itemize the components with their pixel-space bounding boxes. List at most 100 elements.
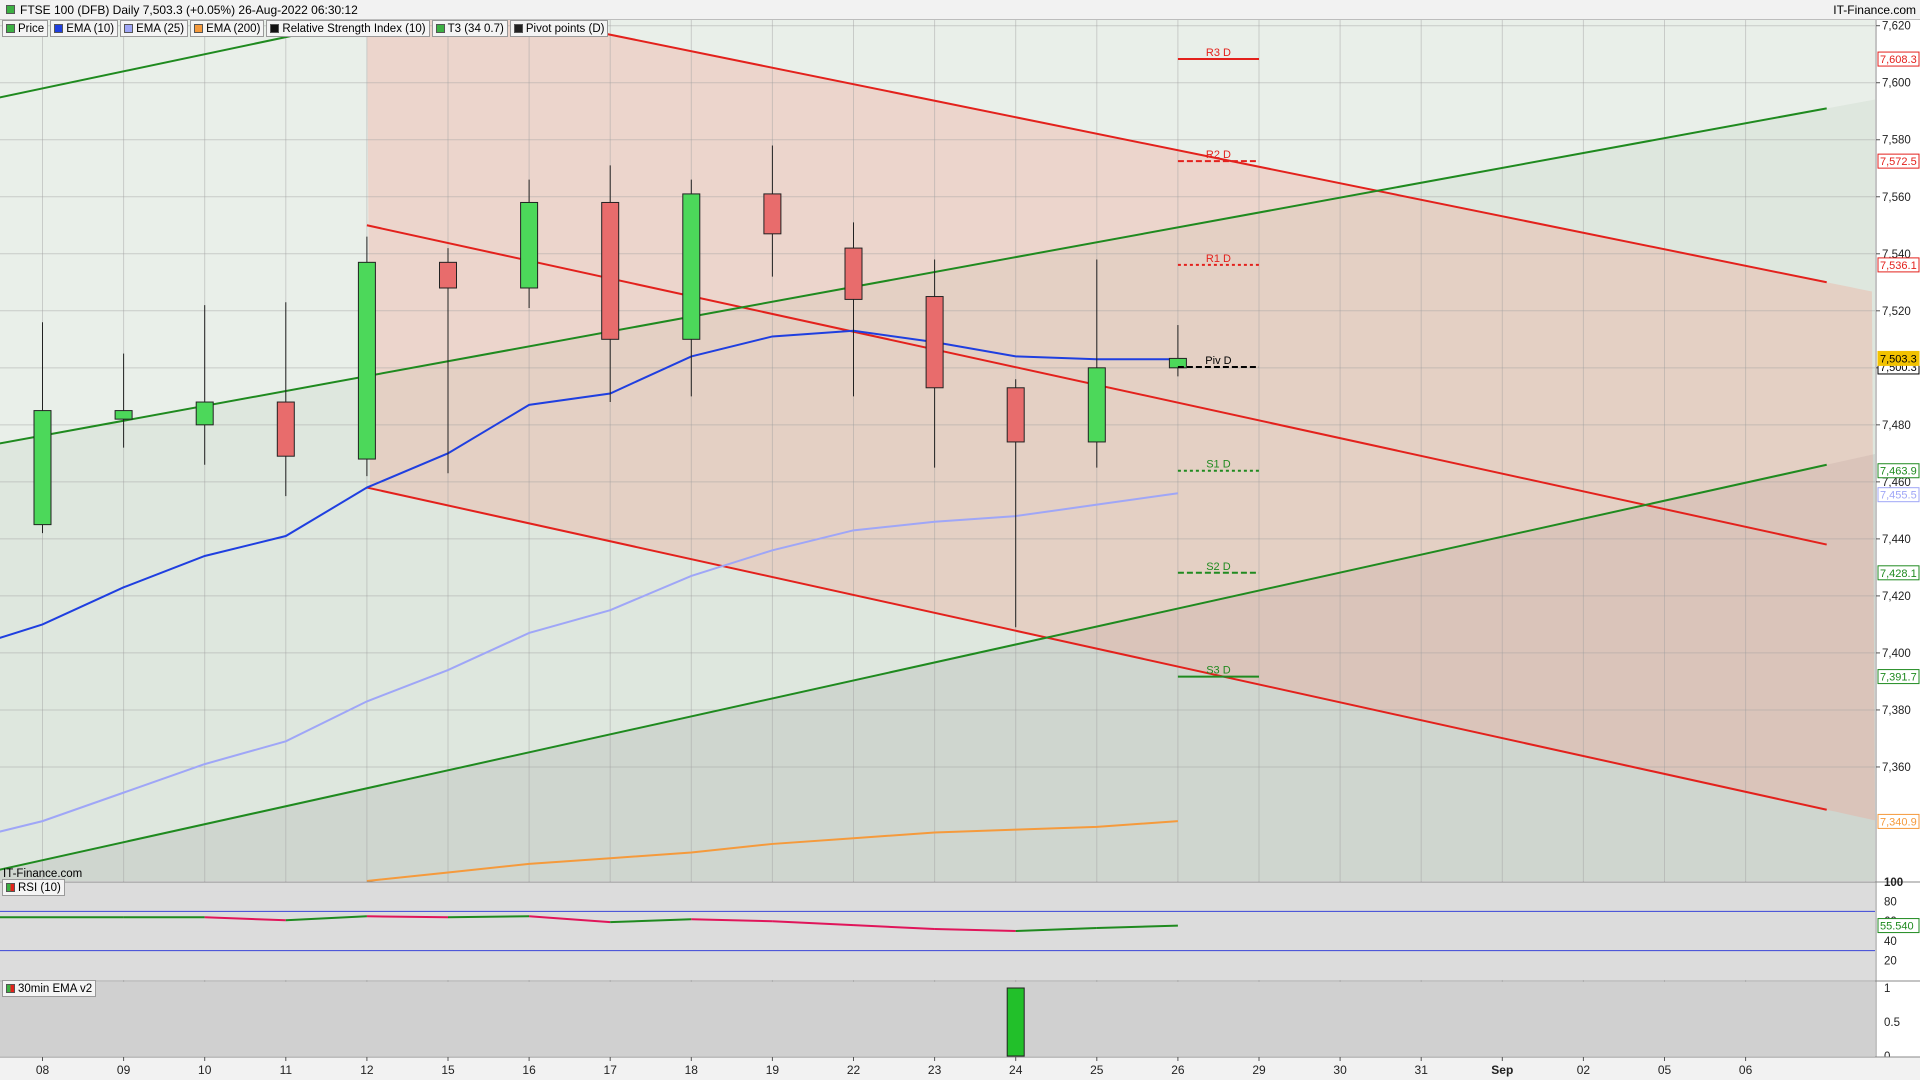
ema-pane: 10.50 [0, 980, 1920, 1063]
candle-body [114, 410, 133, 420]
axis-tick-label: 7,620 [1882, 21, 1911, 33]
candle-body [1006, 387, 1025, 443]
candle-body [601, 201, 620, 340]
date-tick-label: 05 [1658, 1063, 1672, 1077]
rsi-pane-label-text: RSI (10) [18, 881, 61, 894]
date-tick-label: 18 [685, 1063, 699, 1077]
legend-swatch-icon [6, 24, 15, 33]
pivot-label: R1 D [1206, 253, 1231, 265]
header-bar: FTSE 100 (DFB) Daily 7,503.3 (+0.05%) 26… [0, 0, 1920, 20]
ema-pane-background [0, 982, 1875, 1056]
price-tag-label: 7,608.3 [1880, 54, 1917, 66]
date-tick-label: 30 [1333, 1063, 1347, 1077]
rsi-pane: 1008060402055.540 [0, 877, 1920, 980]
date-tick-label: 08 [36, 1063, 50, 1077]
rsi-line-segment [366, 915, 449, 919]
legend-label: EMA (200) [206, 22, 261, 35]
pivot-label: S3 D [1206, 665, 1231, 677]
date-tick-label: 15 [441, 1063, 455, 1077]
pivot-label: S2 D [1206, 561, 1231, 573]
candle-body [357, 261, 376, 460]
legend-swatch-icon [194, 24, 204, 33]
axis-tick-label: 7,440 [1882, 534, 1911, 546]
legend-item[interactable]: Price [2, 20, 49, 37]
axis-tick-label: 7,380 [1882, 705, 1911, 717]
candle-body [276, 401, 295, 457]
price-swatch-icon [6, 5, 15, 14]
candle-body [439, 261, 457, 289]
price-tag-label: 7,340.9 [1880, 816, 1917, 828]
price-tag-label: 7,428.1 [1880, 568, 1917, 580]
axis-tick-label: 7,420 [1882, 591, 1911, 603]
legend-label: EMA (25) [136, 22, 185, 35]
indicator-legend: Price EMA (10) EMA (25) EMA (200) Relative S… [2, 20, 609, 37]
chart-title: FTSE 100 (DFB) Daily 7,503.3 (+0.05%) 26… [6, 3, 358, 17]
axis-tick-label: 7,400 [1882, 648, 1911, 660]
brand-label[interactable]: IT-Finance.com [1833, 3, 1916, 17]
ema-pane-tick-label: 1 [1884, 983, 1890, 995]
legend-item[interactable]: EMA (10) [50, 20, 119, 37]
price-tag-label: 7,463.9 [1880, 466, 1917, 478]
rsi-pane-label[interactable]: RSI (10) [2, 879, 65, 896]
legend-item[interactable]: T3 (34 0.7) [431, 20, 508, 37]
legend-item[interactable]: EMA (200) [190, 20, 265, 37]
chart-title-text: FTSE 100 (DFB) Daily 7,503.3 (+0.05%) 26… [20, 2, 358, 17]
chart-canvas: R3 D R2 D R1 D Piv D S1 D S2 D S3 D 7,620 7,600… [0, 20, 1920, 1080]
price-axis: 7,6207,6007,5807,5607,5407,5207,5007,480… [1875, 20, 1920, 1060]
ema-pane-label[interactable]: 30min EMA v2 [2, 980, 97, 997]
date-tick-label: Sep [1491, 1063, 1513, 1077]
candle-body [195, 401, 214, 426]
rsi-value-label: 55.540 [1880, 921, 1914, 933]
pivot-label: S1 D [1206, 459, 1231, 471]
axis-tick-label: 7,480 [1882, 420, 1911, 432]
rsi-background [0, 882, 1875, 980]
price-tag-label: 7,572.5 [1880, 156, 1917, 168]
price-tag-label: 7,536.1 [1880, 260, 1917, 272]
legend-label: EMA (10) [66, 22, 115, 35]
date-tick-label: 17 [604, 1063, 618, 1077]
candle-body [844, 247, 863, 300]
date-tick-label: 31 [1415, 1063, 1429, 1077]
axis-tick-label: 7,600 [1882, 78, 1911, 90]
date-tick-label: 16 [522, 1063, 536, 1077]
date-tick-label: 19 [766, 1063, 780, 1077]
legend-swatch-icon [124, 24, 134, 33]
pivot-label: R2 D [1206, 149, 1231, 161]
candle[interactable] [357, 236, 376, 477]
candle-body [682, 193, 701, 340]
date-tick-label: 06 [1739, 1063, 1753, 1077]
date-tick-label: 02 [1577, 1063, 1591, 1077]
legend-swatch-icon [270, 24, 280, 33]
date-tick-label: 09 [117, 1063, 131, 1077]
price-tag-label: 7,455.5 [1880, 490, 1917, 502]
price-tag-label: 7,391.7 [1880, 672, 1917, 684]
date-tick-label: 25 [1090, 1063, 1104, 1077]
price-tag-label: 7,503.3 [1880, 353, 1917, 365]
legend-label: Price [18, 22, 45, 35]
ema-pane-swatch-icon [6, 984, 15, 993]
rsi-tick-label: 40 [1884, 936, 1897, 948]
axis-tick-label: 7,520 [1882, 306, 1911, 318]
legend-label: T3 (34 0.7) [447, 22, 504, 35]
axis-tick-label: 7,360 [1882, 762, 1911, 774]
ema-pane-label-text: 30min EMA v2 [18, 982, 93, 995]
rsi-tick-label: 20 [1884, 955, 1897, 967]
candle-body [520, 201, 539, 289]
legend-item[interactable]: EMA (25) [120, 20, 189, 37]
candle-body [33, 410, 52, 526]
date-axis: 08 09 10 11 12 15 16 17 18 19 22 23 24 25 26 29 30 31 Sep 0… [0, 1056, 1920, 1080]
legend-item[interactable]: Pivot points (D) [509, 20, 609, 37]
date-tick-label: 10 [198, 1063, 212, 1077]
date-tick-label: 11 [280, 1063, 293, 1077]
legend-item[interactable]: Relative Strength Index (10) [266, 20, 430, 37]
ema-bar [1006, 987, 1025, 1057]
rsi-tick-label: 100 [1884, 877, 1903, 889]
rsi-line-segment [447, 915, 530, 919]
pivot-label: R3 D [1206, 47, 1231, 59]
pivot-label: Piv D [1205, 355, 1231, 367]
date-tick-label: 24 [1009, 1063, 1023, 1077]
candle-body [925, 296, 944, 389]
rsi-swatch-icon [6, 883, 15, 892]
date-tick-label: 12 [360, 1063, 374, 1077]
date-tick-label: 23 [928, 1063, 942, 1077]
